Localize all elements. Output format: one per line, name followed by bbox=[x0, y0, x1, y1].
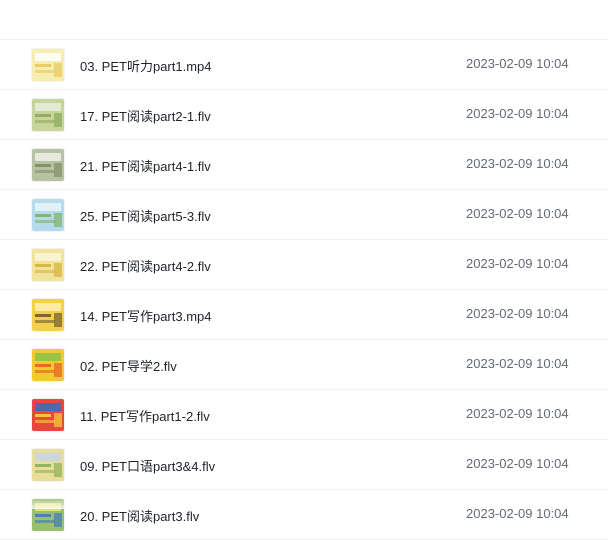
file-modified-time: 2023-02-09 10:04 bbox=[466, 406, 569, 421]
thumbnail-banner bbox=[35, 453, 61, 461]
thumbnail-figure bbox=[54, 163, 62, 177]
thumbnail-line bbox=[35, 264, 51, 267]
thumbnail-banner bbox=[35, 153, 61, 161]
thumbnail-banner bbox=[35, 503, 61, 511]
file-row-partial[interactable] bbox=[0, 0, 608, 40]
thumbnail-line bbox=[35, 70, 55, 73]
thumbnail-line bbox=[35, 470, 55, 473]
thumbnail-line bbox=[35, 514, 51, 517]
thumbnail-image bbox=[32, 99, 64, 131]
file-modified-time: 2023-02-09 10:04 bbox=[466, 356, 569, 371]
file-modified-time: 2023-02-09 10:04 bbox=[466, 256, 569, 271]
thumbnail-line bbox=[35, 220, 55, 223]
thumbnail-image bbox=[32, 149, 64, 181]
thumbnail-image bbox=[32, 299, 64, 331]
thumbnail-image bbox=[32, 499, 64, 531]
file-row[interactable]: 03. PET听力part1.mp4 2023-02-09 10:04 bbox=[0, 40, 608, 90]
thumbnail-figure bbox=[54, 413, 62, 427]
thumbnail-figure bbox=[54, 263, 62, 277]
video-thumbnail-icon[interactable] bbox=[32, 449, 64, 481]
file-row[interactable]: 25. PET阅读part5-3.flv 2023-02-09 10:04 bbox=[0, 190, 608, 240]
file-name[interactable]: 02. PET导学2.flv bbox=[80, 356, 177, 375]
file-row[interactable]: 11. PET写作part1-2.flv 2023-02-09 10:04 bbox=[0, 390, 608, 440]
thumbnail-figure bbox=[54, 363, 62, 377]
thumbnail-banner bbox=[35, 353, 61, 361]
thumbnail-banner bbox=[35, 203, 61, 211]
file-name[interactable]: 22. PET阅读part4-2.flv bbox=[80, 256, 211, 275]
file-modified-time: 2023-02-09 10:04 bbox=[466, 106, 569, 121]
thumbnail-figure bbox=[54, 463, 62, 477]
thumbnail-line bbox=[35, 364, 51, 367]
video-thumbnail-icon[interactable] bbox=[32, 299, 64, 331]
thumbnail-banner bbox=[35, 403, 61, 411]
thumbnail-banner bbox=[35, 53, 61, 61]
thumbnail-image bbox=[32, 449, 64, 481]
thumbnail-line bbox=[35, 420, 55, 423]
file-name[interactable]: 03. PET听力part1.mp4 bbox=[80, 56, 212, 75]
thumbnail-figure bbox=[54, 213, 62, 227]
file-name[interactable]: 14. PET写作part3.mp4 bbox=[80, 306, 212, 325]
file-name[interactable]: 25. PET阅读part5-3.flv bbox=[80, 206, 211, 225]
file-modified-time: 2023-02-09 10:04 bbox=[466, 156, 569, 171]
thumbnail-line bbox=[35, 170, 55, 173]
thumbnail-figure bbox=[54, 313, 62, 327]
thumbnail-line bbox=[35, 164, 51, 167]
file-row[interactable]: 09. PET口语part3&4.flv 2023-02-09 10:04 bbox=[0, 440, 608, 490]
file-modified-time: 2023-02-09 10:04 bbox=[466, 306, 569, 321]
file-row[interactable]: 21. PET阅读part4-1.flv 2023-02-09 10:04 bbox=[0, 140, 608, 190]
thumbnail-image bbox=[32, 399, 64, 431]
file-row[interactable]: 20. PET阅读part3.flv 2023-02-09 10:04 bbox=[0, 490, 608, 540]
file-row[interactable]: 17. PET阅读part2-1.flv 2023-02-09 10:04 bbox=[0, 90, 608, 140]
thumbnail-figure bbox=[54, 113, 62, 127]
video-thumbnail-icon[interactable] bbox=[32, 499, 64, 531]
thumbnail-banner bbox=[35, 103, 61, 111]
thumbnail-line bbox=[35, 120, 55, 123]
file-name[interactable]: 09. PET口语part3&4.flv bbox=[80, 456, 215, 475]
thumbnail-line bbox=[35, 414, 51, 417]
video-thumbnail-icon[interactable] bbox=[32, 399, 64, 431]
thumbnail-figure bbox=[54, 63, 62, 77]
thumbnail-image bbox=[32, 49, 64, 81]
file-name[interactable]: 11. PET写作part1-2.flv bbox=[80, 406, 210, 425]
file-modified-time: 2023-02-09 10:04 bbox=[466, 506, 569, 521]
video-thumbnail-icon[interactable] bbox=[32, 249, 64, 281]
file-modified-time: 2023-02-09 10:04 bbox=[466, 206, 569, 221]
file-row[interactable]: 22. PET阅读part4-2.flv 2023-02-09 10:04 bbox=[0, 240, 608, 290]
thumbnail-line bbox=[35, 520, 55, 523]
thumbnail-line bbox=[35, 114, 51, 117]
thumbnail-banner bbox=[35, 253, 61, 261]
thumbnail-line bbox=[35, 314, 51, 317]
video-thumbnail-icon[interactable] bbox=[32, 149, 64, 181]
file-name[interactable]: 21. PET阅读part4-1.flv bbox=[80, 156, 211, 175]
file-name[interactable]: 17. PET阅读part2-1.flv bbox=[80, 106, 211, 125]
video-thumbnail-icon[interactable] bbox=[32, 49, 64, 81]
thumbnail-image bbox=[32, 349, 64, 381]
thumbnail-banner bbox=[35, 303, 61, 311]
video-thumbnail-icon[interactable] bbox=[32, 99, 64, 131]
file-list: 03. PET听力part1.mp4 2023-02-09 10:04 17. … bbox=[0, 0, 608, 540]
video-thumbnail-icon[interactable] bbox=[32, 199, 64, 231]
thumbnail-line bbox=[35, 370, 55, 373]
thumbnail-line bbox=[35, 270, 55, 273]
thumbnail-figure bbox=[54, 513, 62, 527]
file-modified-time: 2023-02-09 10:04 bbox=[466, 56, 569, 71]
thumbnail-image bbox=[32, 249, 64, 281]
video-thumbnail-icon[interactable] bbox=[32, 349, 64, 381]
thumbnail-line bbox=[35, 320, 55, 323]
file-row[interactable]: 14. PET写作part3.mp4 2023-02-09 10:04 bbox=[0, 290, 608, 340]
file-row[interactable]: 02. PET导学2.flv 2023-02-09 10:04 bbox=[0, 340, 608, 390]
file-modified-time: 2023-02-09 10:04 bbox=[466, 456, 569, 471]
thumbnail-line bbox=[35, 464, 51, 467]
thumbnail-image bbox=[32, 199, 64, 231]
thumbnail-line bbox=[35, 64, 51, 67]
thumbnail-line bbox=[35, 214, 51, 217]
